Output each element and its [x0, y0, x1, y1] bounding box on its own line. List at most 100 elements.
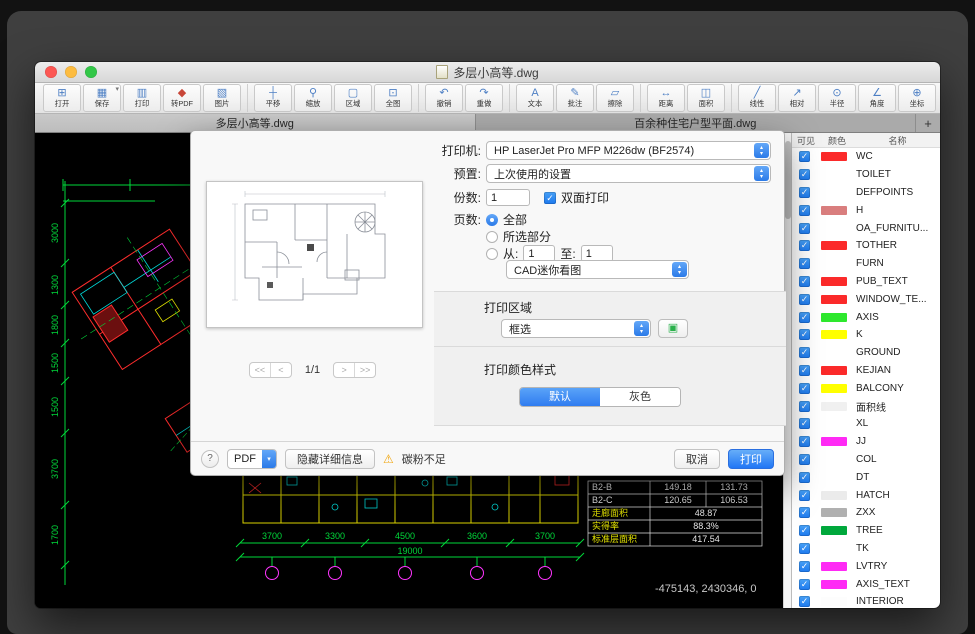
- layer-row: 面积线: [792, 397, 940, 415]
- copies-input[interactable]: [486, 189, 530, 206]
- layer-color-swatch[interactable]: [821, 366, 847, 375]
- last-page-button[interactable]: >>: [354, 363, 375, 377]
- next-page-button[interactable]: >: [334, 363, 354, 377]
- printer-select[interactable]: HP LaserJet Pro MFP M226dw (BF2574): [486, 141, 771, 160]
- layer-visible-checkbox[interactable]: [799, 329, 810, 340]
- toolbar-button-annotate[interactable]: ✎批注: [556, 84, 594, 112]
- pages-range-radio[interactable]: [486, 248, 498, 260]
- toolbar-button-linear[interactable]: ╱线性: [738, 84, 776, 112]
- toolbar-button-zoom[interactable]: ⚲缩放: [294, 84, 332, 112]
- toolbar-button-text[interactable]: A文本: [516, 84, 554, 112]
- cancel-button[interactable]: 取消: [674, 449, 720, 469]
- pages-selection-radio[interactable]: [486, 231, 498, 243]
- color-style-default[interactable]: 默认: [520, 388, 600, 406]
- print-button[interactable]: 打印: [728, 449, 774, 469]
- color-style-gray[interactable]: 灰色: [600, 388, 680, 406]
- toolbar-button-label: 打印: [135, 99, 150, 108]
- prev-page-button[interactable]: <: [270, 363, 291, 377]
- layer-visible-checkbox[interactable]: [799, 596, 810, 607]
- layer-color-swatch[interactable]: [821, 491, 847, 500]
- layer-visible-checkbox[interactable]: [799, 205, 810, 216]
- toolbar-button-region[interactable]: ▢区域: [334, 84, 372, 112]
- layer-color-swatch[interactable]: [821, 526, 847, 535]
- first-page-button[interactable]: <<: [250, 363, 270, 377]
- pdf-menu-button[interactable]: PDF: [227, 449, 277, 469]
- layer-color-swatch[interactable]: [821, 206, 847, 215]
- distance-icon: ↔: [661, 87, 672, 99]
- toolbar-button-label: 线性: [750, 99, 765, 108]
- preset-select[interactable]: 上次使用的设置: [486, 164, 771, 183]
- pages-label: 页数:: [434, 211, 481, 228]
- toolbar-button-distance[interactable]: ↔距离: [647, 84, 685, 112]
- layer-row: WC: [792, 148, 940, 166]
- hide-details-button[interactable]: 隐藏详细信息: [285, 449, 375, 469]
- layer-visible-checkbox[interactable]: [799, 223, 810, 234]
- layer-color-swatch[interactable]: [821, 295, 847, 304]
- layer-color-swatch[interactable]: [821, 313, 847, 322]
- layer-row: KEJIAN: [792, 362, 940, 380]
- layer-color-swatch[interactable]: [821, 562, 847, 571]
- layer-visible-checkbox[interactable]: [799, 312, 810, 323]
- toolbar-button-relative[interactable]: ↗相对: [778, 84, 816, 112]
- redo-icon: ↷: [479, 87, 488, 99]
- toolbar-button-print[interactable]: ▥打印: [123, 84, 161, 112]
- layer-color-swatch[interactable]: [821, 508, 847, 517]
- toolbar-button-coordinate[interactable]: ⊕坐标: [898, 84, 936, 112]
- layer-visible-checkbox[interactable]: [799, 561, 810, 572]
- layer-name: AXIS_TEXT: [856, 579, 910, 590]
- toolbar-button-angle[interactable]: ∠角度: [858, 84, 896, 112]
- new-tab-button[interactable]: +: [916, 114, 940, 132]
- layer-visible-checkbox[interactable]: [799, 507, 810, 518]
- layer-visible-checkbox[interactable]: [799, 418, 810, 429]
- layer-visible-checkbox[interactable]: [799, 525, 810, 536]
- toolbar-button-redo[interactable]: ↷重做: [465, 84, 503, 112]
- svg-text:标准层面积: 标准层面积: [592, 533, 637, 544]
- toolbar-button-fit[interactable]: ⊡全图: [374, 84, 412, 112]
- layer-visible-checkbox[interactable]: [799, 169, 810, 180]
- svg-text:3700: 3700: [50, 459, 60, 479]
- layer-visible-checkbox[interactable]: [799, 187, 810, 198]
- layer-visible-checkbox[interactable]: [799, 490, 810, 501]
- layer-visible-checkbox[interactable]: [799, 365, 810, 376]
- toolbar-button-radius[interactable]: ⊙半径: [818, 84, 856, 112]
- print-area-mode-select[interactable]: 框选: [501, 319, 651, 338]
- layer-color-swatch[interactable]: [821, 580, 847, 589]
- layer-visible-checkbox[interactable]: [799, 543, 810, 554]
- toolbar-button-erase[interactable]: ▱擦除: [596, 84, 634, 112]
- layer-visible-checkbox[interactable]: [799, 276, 810, 287]
- print-area-section: 打印区域 框选 ▣: [434, 291, 786, 347]
- toolbar-button-undo[interactable]: ↶撤销: [425, 84, 463, 112]
- layer-visible-checkbox[interactable]: [799, 294, 810, 305]
- layer-visible-checkbox[interactable]: [799, 579, 810, 590]
- layer-visible-checkbox[interactable]: [799, 472, 810, 483]
- duplex-checkbox[interactable]: [544, 192, 556, 204]
- layer-visible-checkbox[interactable]: [799, 258, 810, 269]
- pages-all-radio[interactable]: [486, 214, 498, 226]
- layer-visible-checkbox[interactable]: [799, 401, 810, 412]
- help-button[interactable]: ?: [201, 450, 219, 468]
- pick-area-button[interactable]: ▣: [658, 319, 688, 338]
- toolbar-button-label: 面积: [699, 99, 714, 108]
- layer-color-swatch[interactable]: [821, 384, 847, 393]
- toolbar-button-pan[interactable]: ┼平移: [254, 84, 292, 112]
- layer-visible-checkbox[interactable]: [799, 436, 810, 447]
- layer-color-swatch[interactable]: [821, 241, 847, 250]
- layer-visible-checkbox[interactable]: [799, 347, 810, 358]
- layer-color-swatch[interactable]: [821, 597, 847, 606]
- toolbar-button-save[interactable]: ▦保存▾: [83, 84, 121, 112]
- app-options-select[interactable]: CAD迷你看图: [506, 260, 689, 279]
- layer-visible-checkbox[interactable]: [799, 383, 810, 394]
- layer-color-swatch[interactable]: [821, 152, 847, 161]
- toolbar-button-area[interactable]: ◫面积: [687, 84, 725, 112]
- layer-visible-checkbox[interactable]: [799, 454, 810, 465]
- toolbar-button-image[interactable]: ▧图片: [203, 84, 241, 112]
- layer-color-swatch[interactable]: [821, 402, 847, 411]
- layer-visible-checkbox[interactable]: [799, 240, 810, 251]
- toolbar-button-to-pdf[interactable]: ◆转PDF: [163, 84, 201, 112]
- column-color: 颜色: [820, 134, 854, 147]
- layer-visible-checkbox[interactable]: [799, 151, 810, 162]
- layer-color-swatch[interactable]: [821, 330, 847, 339]
- layer-color-swatch[interactable]: [821, 277, 847, 286]
- layer-color-swatch[interactable]: [821, 437, 847, 446]
- toolbar-button-open[interactable]: ⊞打开: [43, 84, 81, 112]
